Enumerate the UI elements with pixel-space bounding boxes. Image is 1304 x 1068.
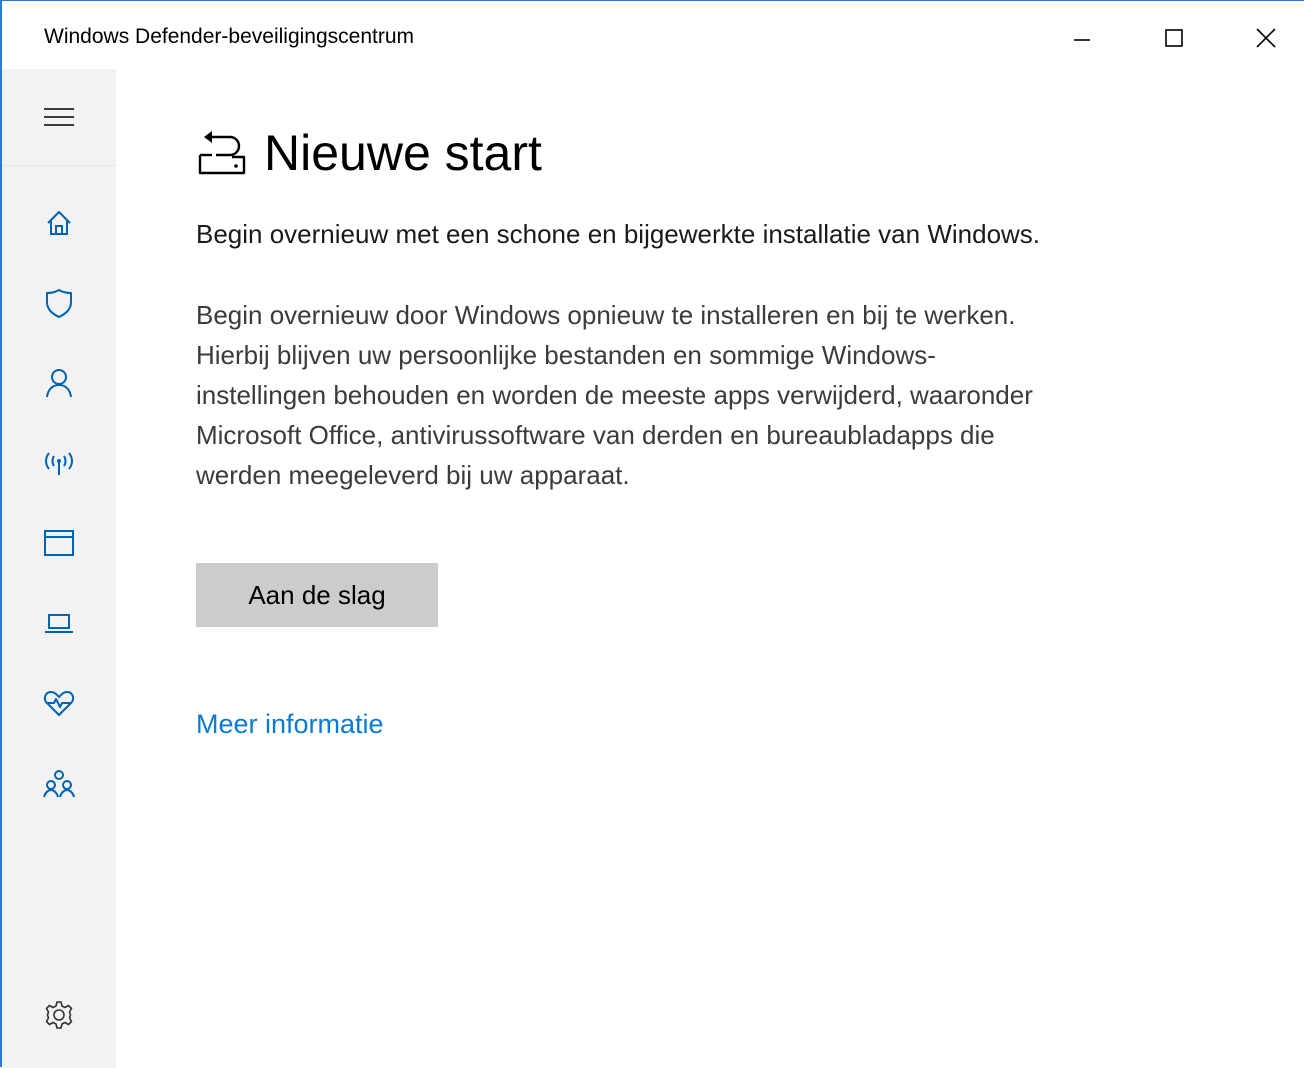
page-header: Nieuwe start <box>196 124 542 182</box>
gear-icon <box>45 1001 73 1029</box>
person-icon <box>46 369 72 398</box>
fresh-start-icon <box>198 131 246 175</box>
sidebar-item-family-options[interactable] <box>2 753 116 813</box>
sidebar-item-account-protection[interactable] <box>2 353 116 413</box>
minimize-button[interactable] <box>1059 15 1105 61</box>
more-info-link[interactable]: Meer informatie <box>196 709 384 740</box>
shield-icon <box>46 289 72 318</box>
sidebar-item-device-security[interactable] <box>2 593 116 653</box>
description-line: werden meegeleverd bij uw apparaat. <box>196 460 630 490</box>
wifi-antenna-icon <box>45 452 73 475</box>
get-started-button[interactable]: Aan de slag <box>196 563 438 627</box>
sidebar-item-virus-protection[interactable] <box>2 273 116 333</box>
page-title: Nieuwe start <box>264 125 542 181</box>
sidebar-item-firewall-network[interactable] <box>2 433 116 493</box>
app-window: Windows Defender-beveiligingscentrum Nie… <box>0 0 1304 1068</box>
title-bar[interactable]: Windows Defender-beveiligingscentrum <box>2 1 1304 69</box>
browser-window-icon <box>44 530 74 556</box>
sidebar-divider <box>2 165 116 166</box>
page-description: Begin overnieuw door Windows opnieuw te … <box>196 295 1196 495</box>
hamburger-menu-icon <box>44 108 74 126</box>
home-icon <box>47 211 71 235</box>
sidebar-nav <box>2 69 116 1068</box>
sidebar-item-device-performance-health[interactable] <box>2 673 116 733</box>
heart-pulse-icon <box>43 691 75 716</box>
close-icon <box>1256 28 1276 48</box>
laptop-icon <box>45 614 73 633</box>
description-line: Microsoft Office, antivirussoftware van … <box>196 420 995 450</box>
close-button[interactable] <box>1243 15 1289 61</box>
maximize-icon <box>1165 29 1183 47</box>
hamburger-menu-button[interactable] <box>2 69 116 165</box>
minimize-icon <box>1074 39 1090 41</box>
description-line: instellingen behouden en worden de meest… <box>196 380 1033 410</box>
sidebar-item-settings[interactable] <box>2 985 116 1045</box>
window-title: Windows Defender-beveiligingscentrum <box>44 25 415 48</box>
maximize-button[interactable] <box>1151 15 1197 61</box>
page-subtitle: Begin overnieuw met een schone en bijgew… <box>196 219 1041 249</box>
family-icon <box>43 770 75 798</box>
description-line: Hierbij blijven uw persoonlijke bestande… <box>196 340 936 370</box>
sidebar-item-app-browser-control[interactable] <box>2 513 116 573</box>
sidebar-item-home[interactable] <box>2 193 116 253</box>
main-content: Nieuwe start Begin overnieuw met een sch… <box>116 69 1304 1068</box>
description-line: Begin overnieuw door Windows opnieuw te … <box>196 300 1016 330</box>
